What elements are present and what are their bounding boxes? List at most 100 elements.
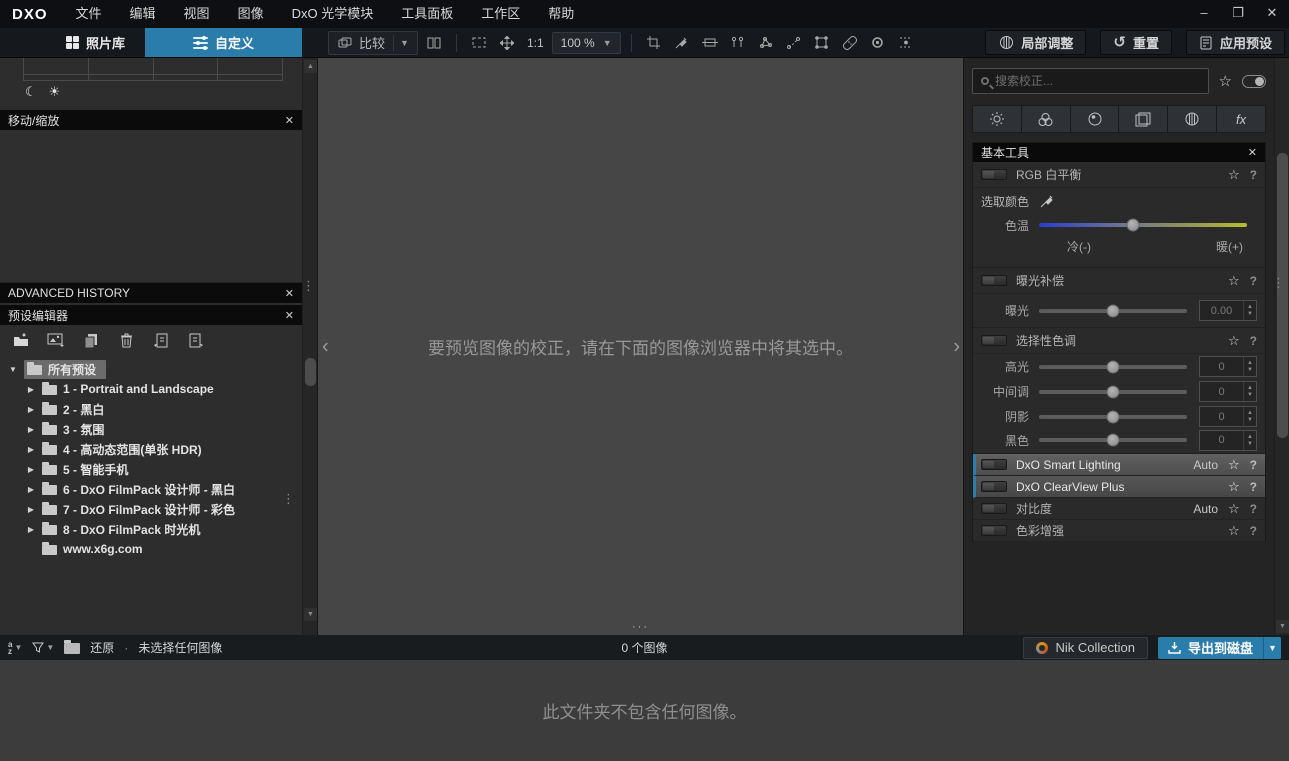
- collapse-right-panel-icon[interactable]: ›: [953, 335, 960, 358]
- control-polygon-icon[interactable]: [754, 31, 778, 55]
- spin-up-icon[interactable]: ▲: [1247, 410, 1253, 416]
- help-icon[interactable]: ?: [1250, 480, 1257, 494]
- category-local-adjustments-tab[interactable]: [1168, 106, 1217, 132]
- spin-up-icon[interactable]: ▲: [1247, 385, 1253, 391]
- tree-collapsed-icon[interactable]: ▶: [26, 465, 36, 474]
- midtones-slider[interactable]: [1039, 390, 1187, 394]
- search-corrections-box[interactable]: [972, 68, 1209, 94]
- temperature-slider[interactable]: [1039, 223, 1247, 227]
- preset-folder[interactable]: ▶ 1 - Portrait and Landscape: [0, 379, 302, 399]
- clearview-enable-toggle[interactable]: [981, 481, 1007, 492]
- collapse-left-panel-icon[interactable]: ‹: [322, 335, 329, 358]
- exposure-enable-toggle[interactable]: [981, 275, 1007, 286]
- spin-down-icon[interactable]: ▼: [1247, 417, 1253, 423]
- blacks-slider[interactable]: [1039, 438, 1187, 442]
- favorite-star-icon[interactable]: ☆: [1228, 523, 1240, 539]
- menu-edit[interactable]: 编辑: [116, 0, 170, 28]
- close-icon[interactable]: ✕: [285, 114, 294, 127]
- shadows-slider[interactable]: [1039, 415, 1187, 419]
- spinner[interactable]: ▲▼: [1243, 382, 1256, 401]
- favorite-star-icon[interactable]: ☆: [1228, 273, 1240, 289]
- spinner[interactable]: ▲▼: [1243, 407, 1256, 426]
- slider-handle[interactable]: [1126, 219, 1139, 232]
- scroll-up-icon[interactable]: ▲: [304, 60, 317, 73]
- compare-caret-icon[interactable]: ▼: [393, 35, 409, 51]
- close-icon[interactable]: ✕: [285, 309, 294, 322]
- preset-folder[interactable]: www.x6g.com: [0, 539, 302, 559]
- spinner[interactable]: ▲▼: [1243, 431, 1256, 450]
- preset-folder[interactable]: ▶ 5 - 智能手机: [0, 459, 302, 479]
- reset-button[interactable]: ↺ 重置: [1100, 30, 1172, 55]
- midtones-value-box[interactable]: 0 ▲▼: [1199, 381, 1257, 402]
- wb-eyedropper-icon[interactable]: [1035, 189, 1059, 213]
- menu-workspace[interactable]: 工作区: [467, 0, 534, 28]
- exposure-slider[interactable]: [1039, 309, 1187, 313]
- maximize-button[interactable]: ❐: [1221, 0, 1255, 28]
- highlight-clipping-icon[interactable]: ☀: [49, 84, 61, 100]
- repair-icon[interactable]: [838, 31, 862, 55]
- split-view-icon[interactable]: [422, 31, 446, 55]
- category-fx-tab[interactable]: fx: [1217, 106, 1265, 132]
- minimize-button[interactable]: –: [1187, 0, 1221, 28]
- fit-screen-icon[interactable]: [467, 31, 491, 55]
- new-preset-from-image-icon[interactable]: [45, 329, 67, 351]
- export-options-caret[interactable]: ▼: [1263, 637, 1281, 659]
- exposure-value-box[interactable]: 0.00 ▲▼: [1199, 300, 1257, 321]
- shadow-clipping-icon[interactable]: ☾: [25, 84, 37, 100]
- color-enhance-row[interactable]: 色彩增强 ☆ ?: [973, 520, 1265, 542]
- slider-handle[interactable]: [1107, 410, 1120, 423]
- help-icon[interactable]: ?: [1250, 524, 1257, 538]
- delete-preset-icon[interactable]: [115, 329, 137, 351]
- selective-tone-enable-toggle[interactable]: [981, 335, 1007, 346]
- spinner[interactable]: ▲▼: [1243, 357, 1256, 376]
- horizon-icon[interactable]: [698, 31, 722, 55]
- right-panel-scrollbar[interactable]: ▼: [1274, 58, 1289, 635]
- crop-icon[interactable]: [642, 31, 666, 55]
- tree-collapsed-icon[interactable]: ▶: [26, 405, 36, 414]
- slider-handle[interactable]: [1107, 385, 1120, 398]
- search-input[interactable]: [995, 74, 1200, 88]
- spin-up-icon[interactable]: ▲: [1247, 304, 1253, 310]
- preset-folder[interactable]: ▶ 3 - 氛围: [0, 419, 302, 439]
- import-preset-icon[interactable]: [150, 329, 172, 351]
- tree-expanded-icon[interactable]: ▼: [8, 365, 18, 374]
- slider-handle[interactable]: [1107, 434, 1120, 447]
- spin-up-icon[interactable]: ▲: [1247, 434, 1253, 440]
- help-icon[interactable]: ?: [1250, 458, 1257, 472]
- current-folder-icon[interactable]: [64, 643, 80, 654]
- export-preset-icon[interactable]: [185, 329, 207, 351]
- contrast-row[interactable]: 对比度 Auto ☆ ?: [973, 498, 1265, 520]
- slider-handle[interactable]: [1107, 304, 1120, 317]
- close-icon[interactable]: ✕: [1248, 146, 1257, 159]
- tab-customize[interactable]: 自定义: [145, 28, 302, 57]
- tree-collapsed-icon[interactable]: ▶: [26, 525, 36, 534]
- spin-down-icon[interactable]: ▼: [1247, 441, 1253, 447]
- active-corrections-toggle[interactable]: [1242, 75, 1266, 88]
- favorite-star-icon[interactable]: ☆: [1228, 333, 1240, 349]
- spin-down-icon[interactable]: ▼: [1247, 311, 1253, 317]
- spin-down-icon[interactable]: ▼: [1247, 392, 1253, 398]
- color-enhance-enable-toggle[interactable]: [981, 525, 1007, 536]
- help-icon[interactable]: ?: [1250, 502, 1257, 516]
- eyedropper-icon[interactable]: [670, 31, 694, 55]
- new-folder-icon[interactable]: [10, 329, 32, 351]
- highlights-slider[interactable]: [1039, 365, 1187, 369]
- tree-collapsed-icon[interactable]: ▶: [26, 445, 36, 454]
- tree-collapsed-icon[interactable]: ▶: [26, 425, 36, 434]
- tree-collapsed-icon[interactable]: ▶: [26, 385, 36, 394]
- close-icon[interactable]: ✕: [285, 287, 294, 300]
- favorite-star-icon[interactable]: ☆: [1228, 501, 1240, 517]
- menu-help[interactable]: 帮助: [534, 0, 588, 28]
- duplicate-preset-icon[interactable]: [80, 329, 102, 351]
- scroll-down-icon[interactable]: ▼: [304, 608, 317, 621]
- tree-collapsed-icon[interactable]: ▶: [26, 485, 36, 494]
- spin-down-icon[interactable]: ▼: [1247, 367, 1253, 373]
- export-to-disk-button[interactable]: 导出到磁盘 ▼: [1158, 637, 1281, 659]
- preset-folder[interactable]: ▶ 2 - 黑白: [0, 399, 302, 419]
- control-point-icon[interactable]: [726, 31, 750, 55]
- apply-preset-button[interactable]: 应用预设: [1186, 30, 1285, 55]
- scrollbar-thumb[interactable]: [305, 358, 316, 386]
- left-panel-scrollbar[interactable]: ▲ ▼: [302, 58, 317, 635]
- sort-dropdown[interactable]: az ▼: [8, 641, 22, 655]
- shadows-value-box[interactable]: 0 ▲▼: [1199, 406, 1257, 427]
